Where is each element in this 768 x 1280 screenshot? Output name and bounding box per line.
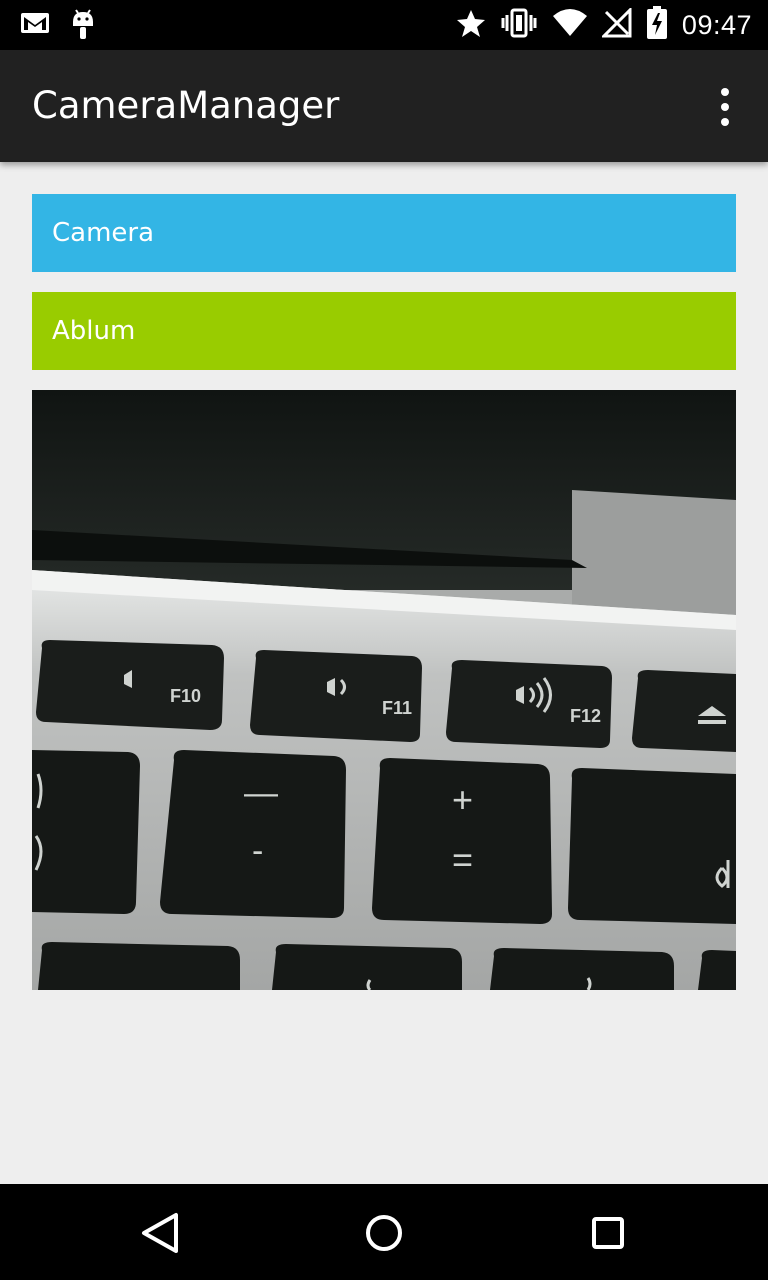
album-button[interactable]: Ablum xyxy=(32,292,736,370)
album-button-label: Ablum xyxy=(52,316,136,346)
home-icon[interactable] xyxy=(354,1208,414,1258)
key-plus-top-label: + xyxy=(452,779,473,820)
battery-charging-icon xyxy=(646,6,668,45)
key-f11: F11 xyxy=(250,650,422,742)
status-clock: 09:47 xyxy=(681,10,752,40)
app-title: CameraManager xyxy=(32,84,340,127)
gmail-icon xyxy=(20,8,50,47)
key-delete xyxy=(568,768,736,924)
key-minus-bottom-label: - xyxy=(252,832,263,870)
key-zero xyxy=(32,750,140,914)
vibrate-icon xyxy=(500,8,538,43)
key-f12: F12 xyxy=(446,660,612,748)
key-minus: — - xyxy=(160,750,346,918)
key-f12-label: F12 xyxy=(570,706,601,726)
key-plus: + = xyxy=(372,758,552,924)
key-f10: F10 xyxy=(36,640,224,730)
key-minus-top-label: — xyxy=(244,774,278,812)
key-eject xyxy=(632,670,736,752)
recents-icon[interactable] xyxy=(578,1208,638,1258)
key-f11-label: F11 xyxy=(382,698,412,718)
status-bar: 09:47 xyxy=(0,0,768,50)
camera-button-label: Camera xyxy=(52,218,155,248)
star-icon xyxy=(456,8,486,43)
wifi-icon xyxy=(552,8,588,43)
camera-button[interactable]: Camera xyxy=(32,194,736,272)
key-f10-label: F10 xyxy=(170,686,201,706)
back-icon[interactable] xyxy=(130,1208,190,1258)
overflow-menu-icon[interactable] xyxy=(710,88,740,126)
photo-preview: F10 F11 F12 — - + = xyxy=(32,390,736,990)
action-bar: CameraManager xyxy=(0,50,768,162)
navigation-bar xyxy=(0,1184,768,1280)
android-debug-icon xyxy=(70,8,96,47)
key-plus-bottom-label: = xyxy=(452,839,473,880)
no-signal-icon xyxy=(600,6,632,43)
